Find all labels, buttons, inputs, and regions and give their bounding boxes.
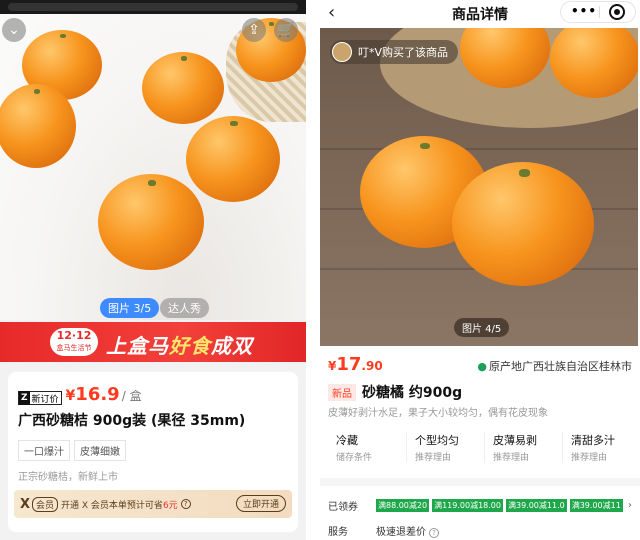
x-member-logo: X — [20, 496, 31, 512]
member-saving: 6元 — [162, 500, 178, 511]
right-product-screen: ‹ 商品详情 ••• 叮*V购买了该商品 图片 4/5 ¥17.90 ● 原产地广… — [320, 0, 640, 540]
service-text: 极速退差价 — [376, 527, 426, 538]
feature-title: 个型均匀 — [415, 434, 459, 447]
service-label: 服务 — [328, 527, 348, 538]
section-divider — [320, 478, 640, 486]
coupon-tag[interactable]: 满88.00减20 — [376, 499, 430, 512]
feature-chips: 一口爆汁 皮薄细嫩 — [18, 440, 130, 461]
coupon-tag[interactable]: 满119.00减18.00 — [432, 499, 503, 512]
new-price-tag: Z 新订价 — [18, 391, 62, 405]
feature-item: 冷藏 储存条件 — [328, 432, 406, 463]
feature-subtitle: 推荐理由 — [415, 453, 452, 463]
new-badge: 新品 — [328, 383, 356, 401]
price-decimal: .90 — [361, 359, 383, 373]
product-subtitle: 正宗砂糖桔，新鲜上市 — [18, 472, 118, 483]
product-description: 皮薄好剥汁水足，果子大小较均匀，偶有花皮现象 — [328, 408, 548, 419]
badge-subtitle: 盒马生活节 — [56, 344, 92, 352]
origin-info: ● 原产地广西壮族自治区桂林市 — [477, 358, 632, 374]
member-banner[interactable]: X 会员 开通 X 会员本单预计可省 6元 ? 立即开通 — [14, 490, 292, 518]
feature-item: 个型均匀 推荐理由 — [406, 432, 484, 463]
capsule-divider — [599, 6, 600, 18]
price-row: Z 新订价 ¥16.9 / 盒 — [18, 384, 142, 405]
promo-text-part: 上盒马 — [106, 334, 169, 358]
coupon-tag[interactable]: 满39.00减11 — [569, 499, 623, 512]
feature-subtitle: 储存条件 — [336, 453, 373, 463]
chevron-right-icon[interactable]: › — [628, 500, 632, 511]
price: ¥17.90 — [328, 354, 383, 375]
feature-title: 冷藏 — [336, 434, 358, 447]
price-value: 16.9 — [75, 384, 120, 405]
question-icon[interactable]: ? — [180, 499, 191, 509]
cart-icon[interactable]: 🛒 — [274, 18, 298, 42]
origin-text: 原产地广西壮族自治区桂林市 — [489, 360, 632, 373]
photo-counter[interactable]: 图片 3/5 — [100, 298, 160, 318]
currency-symbol: ¥ — [65, 388, 76, 404]
product-info-card: Z 新订价 ¥16.9 / 盒 广西砂糖桔 900g装 (果径 35mm) 一口… — [8, 372, 298, 532]
recent-buyer-toast: 叮*V购买了该商品 — [330, 40, 459, 64]
badge-title: 12·12 — [56, 329, 92, 342]
avatar — [332, 42, 352, 62]
product-photo-gallery[interactable]: ⌄ ⇪ 🛒 图片 3/5 达人秀 — [0, 14, 306, 320]
price-unit: / 盒 — [121, 389, 142, 403]
member-text: 开通 X 会员本单预计可省 — [61, 500, 163, 511]
coupon-row[interactable]: 已领券 满88.00减20 满119.00减18.00 满39.00减11.0 … — [328, 498, 640, 513]
nav-bar: ‹ 商品详情 ••• — [320, 0, 640, 28]
location-pin-icon: ● — [477, 360, 487, 373]
product-title: 砂糖橘 约900g — [362, 385, 463, 401]
more-dots-icon[interactable]: ••• — [571, 4, 597, 18]
share-icon[interactable]: ⇪ — [242, 18, 266, 42]
orange-image — [0, 84, 76, 168]
coupon-tag[interactable]: 满39.00减11.0 — [506, 499, 567, 512]
feature-list: 冷藏储存条件 个型均匀推荐理由 皮薄易剥推荐理由 清甜多汁推荐理由 — [328, 432, 640, 463]
top-status-strip — [0, 0, 306, 14]
feature-subtitle: 推荐理由 — [571, 453, 608, 463]
z-logo: Z — [19, 391, 30, 405]
product-photo-gallery[interactable]: 叮*V购买了该商品 图片 4/5 — [320, 28, 638, 346]
feature-chip: 一口爆汁 — [18, 440, 70, 461]
feature-chip: 皮薄细嫩 — [74, 440, 126, 461]
festival-promo-banner[interactable]: 12·12 盒马生活节 上盒马好食成双 — [0, 322, 306, 362]
festival-badge: 12·12 盒马生活节 — [50, 328, 98, 356]
price: ¥16.9 — [66, 384, 120, 405]
buyer-text: 叮*V购买了该商品 — [358, 46, 449, 59]
question-icon[interactable]: ? — [429, 528, 439, 538]
left-product-screen: ⌄ ⇪ 🛒 图片 3/5 达人秀 12·12 盒马生活节 上盒马好食成双 Z 新… — [0, 0, 306, 540]
chevron-down-icon[interactable]: ⌄ — [2, 18, 26, 42]
orange-image — [98, 174, 204, 270]
mini-program-capsule: ••• — [560, 1, 636, 23]
feature-title: 皮薄易剥 — [493, 434, 537, 447]
price-row: ¥17.90 ● 原产地广西壮族自治区桂林市 — [328, 354, 632, 375]
feature-subtitle: 推荐理由 — [493, 453, 530, 463]
member-badge: 会员 — [32, 496, 59, 512]
open-member-button[interactable]: 立即开通 — [235, 495, 286, 512]
service-row[interactable]: 服务 极速退差价? — [328, 523, 439, 538]
wood-grain — [320, 148, 638, 150]
product-title: 广西砂糖桔 900g装 (果径 35mm) — [18, 413, 246, 429]
review-tab[interactable]: 达人秀 — [160, 298, 209, 318]
service-value: 极速退差价? — [376, 523, 439, 538]
promo-text-highlight: 好食 — [169, 334, 211, 358]
price-integer: 17 — [336, 354, 362, 375]
coupon-label: 已领券 — [328, 502, 358, 513]
record-icon[interactable] — [609, 4, 625, 20]
promo-text: 上盒马好食成双 — [106, 330, 253, 359]
orange-image — [142, 52, 224, 124]
photo-counter[interactable]: 图片 4/5 — [454, 318, 510, 337]
feature-item: 清甜多汁 推荐理由 — [562, 432, 640, 463]
product-title-row: 新品 砂糖橘 约900g — [328, 382, 462, 402]
orange-image — [186, 116, 280, 202]
tag-label: 新订价 — [31, 394, 59, 405]
promo-text-part: 成双 — [211, 334, 253, 358]
feature-title: 清甜多汁 — [571, 434, 615, 447]
orange-image — [452, 162, 594, 286]
status-pill — [8, 3, 298, 11]
feature-item: 皮薄易剥 推荐理由 — [484, 432, 562, 463]
